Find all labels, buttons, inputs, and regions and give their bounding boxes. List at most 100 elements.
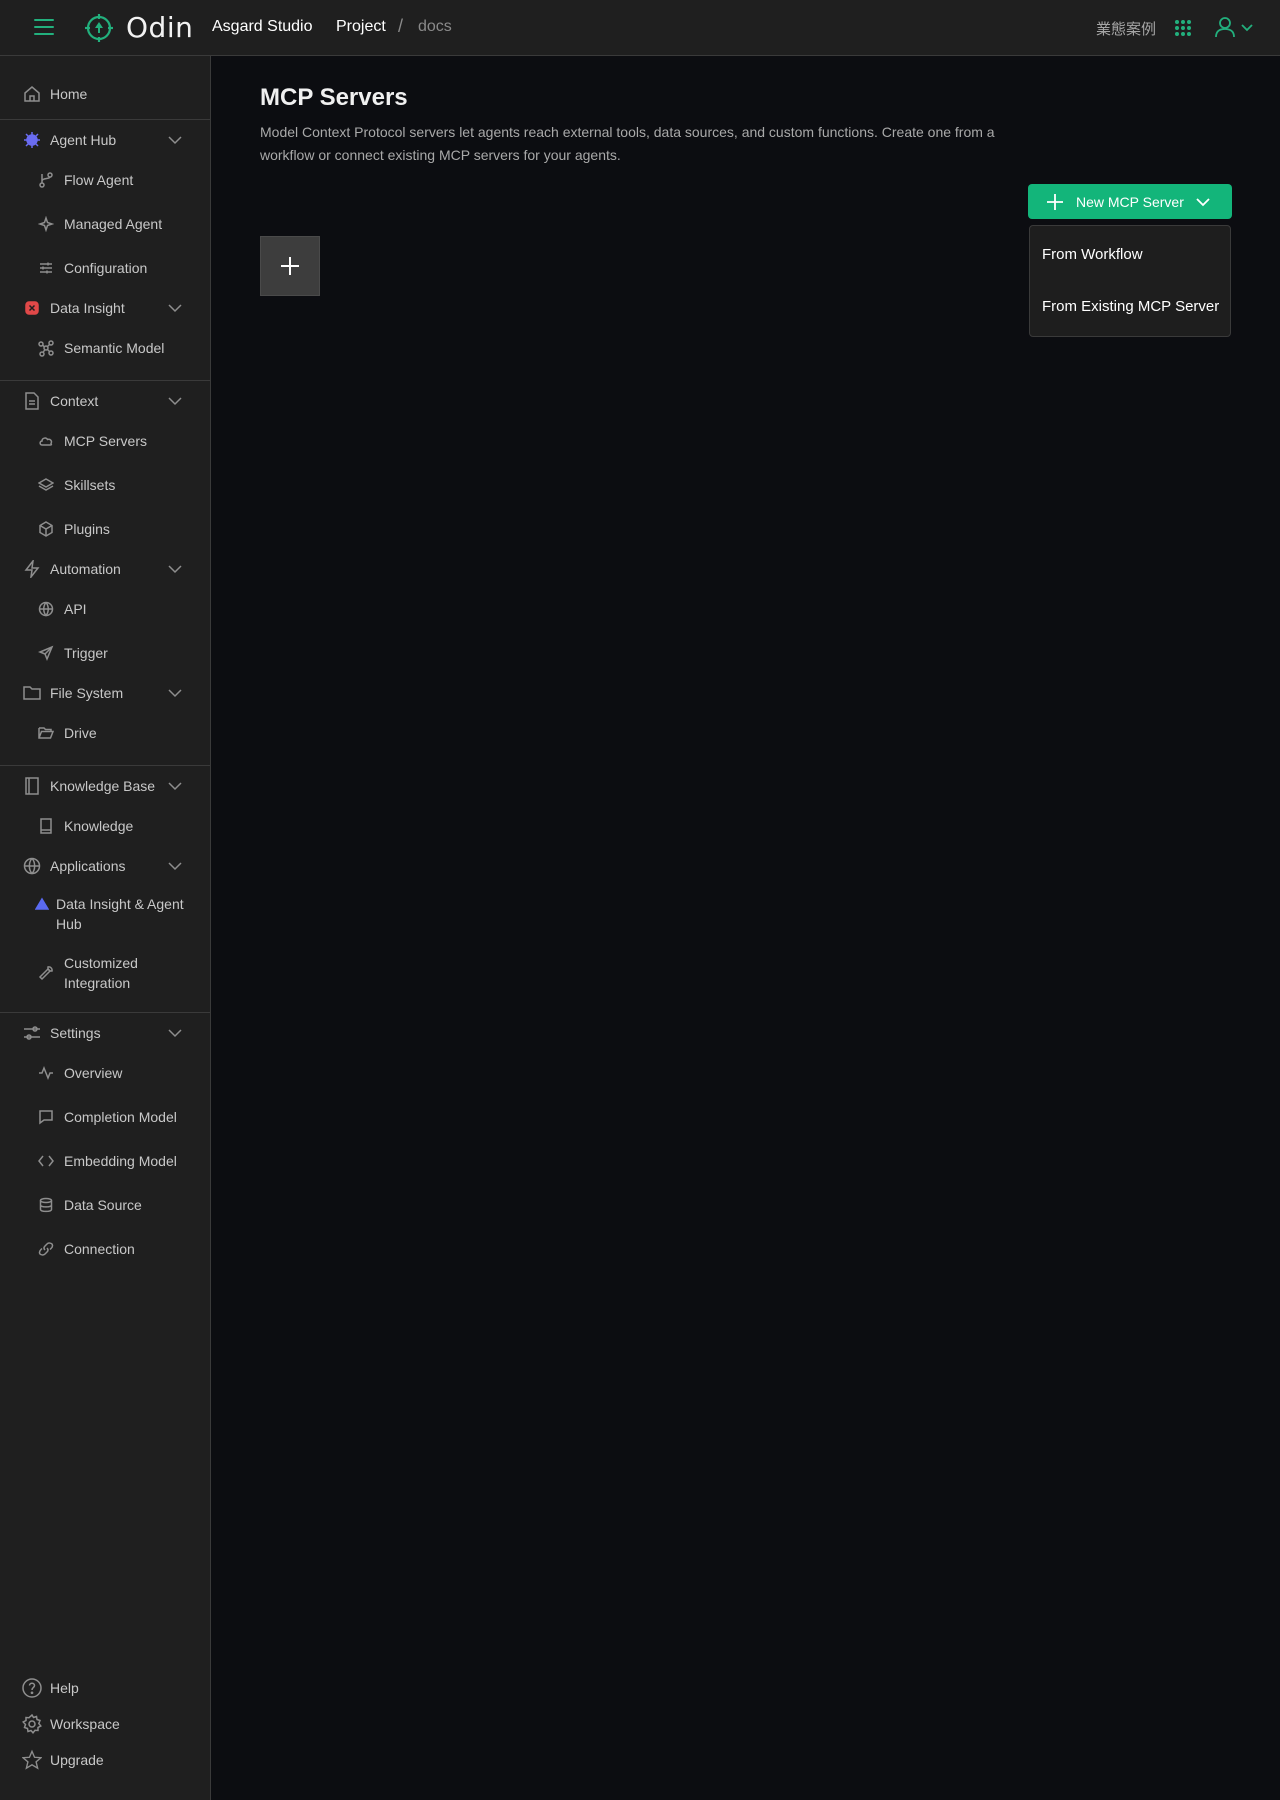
new-mcp-server-button[interactable]: New MCP Server — [1028, 184, 1232, 219]
sidebar-item-data-insight-agent-hub[interactable]: Data Insight & Agent Hub — [0, 894, 210, 934]
sidebar-item-workspace[interactable]: Workspace — [0, 1713, 210, 1735]
sidebar-item-mcp-servers[interactable]: MCP Servers — [0, 431, 210, 451]
sidebar-group-knowledge-base[interactable]: Knowledge Base — [0, 776, 210, 796]
chat-icon — [36, 1107, 56, 1127]
sidebar-divider — [0, 380, 210, 381]
sidebar-group-agent-hub[interactable]: Agent Hub — [0, 130, 210, 150]
sidebar-item-label: Semantic Model — [64, 340, 165, 356]
menu-icon[interactable] — [34, 19, 54, 35]
layers-icon — [36, 475, 56, 495]
folder-icon — [22, 683, 42, 703]
sidebar-item-label: Embedding Model — [64, 1153, 177, 1169]
lightning-icon — [22, 559, 42, 579]
sidebar-item-trigger[interactable]: Trigger — [0, 643, 210, 663]
dropdown-option-from-existing-mcp-server[interactable]: From Existing MCP Server — [1042, 298, 1228, 315]
sidebar-item-label: Connection — [64, 1241, 135, 1257]
sidebar-item-drive[interactable]: Drive — [0, 723, 210, 743]
home-icon — [22, 84, 42, 104]
sidebar-group-context[interactable]: Context — [0, 391, 210, 411]
sidebar-group-settings[interactable]: Settings — [0, 1023, 210, 1043]
sidebar-item-label: Data Insight — [50, 300, 125, 316]
sidebar-item-label: Automation — [50, 561, 121, 577]
breadcrumb-current[interactable]: docs — [418, 18, 452, 36]
sidebar-item-label: Plugins — [64, 521, 110, 537]
breadcrumb-project[interactable]: Project — [336, 18, 386, 36]
notebook-icon — [36, 816, 56, 836]
add-server-tile[interactable] — [260, 236, 320, 296]
sidebar-item-customized-integration[interactable]: Customized Integration — [0, 953, 210, 993]
cloud-icon — [36, 431, 56, 451]
sidebar-item-label: Completion Model — [64, 1109, 177, 1125]
sidebar-item-label: Agent Hub — [50, 132, 117, 148]
sidebar-item-managed-agent[interactable]: Managed Agent — [0, 214, 210, 234]
sidebar-item-help[interactable]: Help — [0, 1677, 210, 1699]
chevron-down-icon[interactable] — [1240, 21, 1254, 35]
chevron-down-icon[interactable] — [168, 394, 182, 408]
sidebar-item-semantic-model[interactable]: Semantic Model — [0, 338, 210, 358]
link-icon — [36, 1239, 56, 1259]
sidebar-item-label: Customized Integration — [64, 955, 138, 991]
chevron-down-icon[interactable] — [168, 1026, 182, 1040]
sidebar-item-completion-model[interactable]: Completion Model — [0, 1107, 210, 1127]
sidebar-item-label: Workspace — [50, 1716, 120, 1732]
sidebar-group-automation[interactable]: Automation — [0, 559, 210, 579]
sidebar-item-label: Flow Agent — [64, 172, 134, 188]
sidebar: Home Agent Hub Flow Agent Managed Agent … — [0, 56, 211, 1800]
network-icon — [36, 338, 56, 358]
sidebar-group-data-insight[interactable]: Data Insight — [0, 298, 210, 318]
brand-name[interactable]: Odin — [126, 11, 193, 44]
user-icon[interactable] — [1214, 16, 1236, 38]
sidebar-item-api[interactable]: API — [0, 599, 210, 619]
sidebar-item-label: API — [64, 601, 87, 617]
globe-icon — [22, 856, 42, 876]
sidebar-item-configuration[interactable]: Configuration — [0, 258, 210, 278]
globe-icon — [36, 599, 56, 619]
code-icon — [36, 1151, 56, 1171]
chevron-down-icon[interactable] — [168, 779, 182, 793]
sidebar-item-flow-agent[interactable]: Flow Agent — [0, 170, 210, 190]
plus-icon — [281, 257, 299, 275]
help-icon — [22, 1678, 42, 1698]
sidebar-item-label: Data Insight & Agent Hub — [56, 896, 184, 932]
send-icon — [36, 643, 56, 663]
sidebar-item-home[interactable]: Home — [0, 84, 210, 104]
settings-sliders-icon — [22, 1023, 42, 1043]
chevron-down-icon[interactable] — [168, 859, 182, 873]
data-insight-icon — [22, 298, 42, 318]
plus-icon — [1047, 193, 1063, 210]
sidebar-group-applications[interactable]: Applications — [0, 856, 210, 876]
apps-grid-icon[interactable] — [1174, 19, 1192, 37]
sidebar-item-connection[interactable]: Connection — [0, 1239, 210, 1259]
dropdown-option-from-workflow[interactable]: From Workflow — [1042, 246, 1228, 263]
cases-link[interactable]: 業態案例 — [1096, 18, 1156, 39]
chevron-down-icon[interactable] — [168, 562, 182, 576]
sidebar-divider — [0, 1012, 210, 1013]
sidebar-item-label: Applications — [50, 858, 126, 874]
sidebar-group-file-system[interactable]: File System — [0, 683, 210, 703]
breadcrumb-separator: / — [398, 16, 404, 36]
chevron-down-icon[interactable] — [168, 686, 182, 700]
sidebar-item-skillsets[interactable]: Skillsets — [0, 475, 210, 495]
studio-name[interactable]: Asgard Studio — [212, 18, 313, 36]
sidebar-item-data-source[interactable]: Data Source — [0, 1195, 210, 1215]
sidebar-item-label: MCP Servers — [64, 433, 147, 449]
sidebar-item-plugins[interactable]: Plugins — [0, 519, 210, 539]
wrench-icon — [36, 963, 56, 983]
triangle-icon — [32, 894, 52, 914]
odin-logo-icon[interactable] — [84, 13, 114, 43]
sidebar-item-overview[interactable]: Overview — [0, 1063, 210, 1083]
sidebar-item-upgrade[interactable]: Upgrade — [0, 1749, 210, 1771]
sidebar-divider — [0, 765, 210, 766]
chevron-down-icon[interactable] — [168, 133, 182, 147]
page-description: Model Context Protocol servers let agent… — [260, 124, 995, 163]
sidebar-item-knowledge[interactable]: Knowledge — [0, 816, 210, 836]
sidebar-item-label: Trigger — [64, 645, 108, 661]
sidebar-item-label: Settings — [50, 1025, 101, 1041]
new-mcp-server-label: New MCP Server — [1076, 193, 1184, 210]
chevron-down-icon[interactable] — [168, 301, 182, 315]
sidebar-item-label: Configuration — [64, 260, 148, 276]
sidebar-item-label: Context — [50, 393, 99, 409]
sidebar-item-label: File System — [50, 685, 124, 701]
sidebar-item-embedding-model[interactable]: Embedding Model — [0, 1151, 210, 1171]
database-icon — [36, 1195, 56, 1215]
